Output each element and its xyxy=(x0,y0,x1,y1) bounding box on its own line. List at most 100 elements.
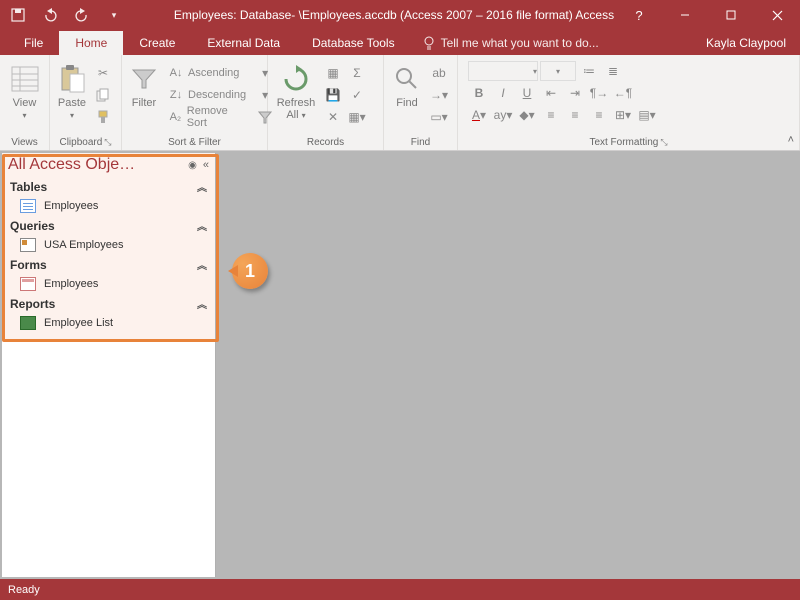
undo-icon[interactable] xyxy=(42,7,58,23)
bold-icon: B xyxy=(475,86,484,100)
italic-button[interactable]: I xyxy=(492,83,514,103)
decrease-indent-button[interactable]: ⇤ xyxy=(540,83,562,103)
group-label-sort-filter: Sort & Filter xyxy=(126,135,263,150)
goto-button[interactable]: →▾ xyxy=(428,85,450,105)
more-button[interactable]: ▦▾ xyxy=(346,107,368,127)
gridlines-button[interactable]: ⊞▾ xyxy=(612,105,634,125)
ribbon-tabs: File Home Create External Data Database … xyxy=(0,30,800,55)
view-button[interactable]: View▾ xyxy=(4,61,45,124)
nav-category-tables[interactable]: Tables︽ xyxy=(2,177,215,196)
dialog-launcher-icon[interactable]: ⤡ xyxy=(104,137,111,148)
align-right-button[interactable]: ≡ xyxy=(588,105,610,125)
group-label-clipboard: Clipboard xyxy=(59,137,102,148)
save-icon[interactable] xyxy=(10,7,26,23)
query-icon xyxy=(20,238,36,252)
nav-category-label: Queries xyxy=(10,219,55,233)
find-icon xyxy=(391,63,423,95)
save-record-button[interactable]: 💾 xyxy=(322,85,344,105)
cut-button[interactable]: ✂ xyxy=(92,63,114,83)
sigma-icon: Σ xyxy=(353,66,360,80)
select-button[interactable]: ▭▾ xyxy=(428,107,450,127)
nav-item-label: Employee List xyxy=(44,317,113,329)
sort-asc-icon: A↓ xyxy=(168,65,184,81)
font-color-button[interactable]: A▾ xyxy=(468,105,490,125)
nav-filter-dropdown-icon[interactable]: ◉ xyxy=(188,160,197,171)
font-color-icon: A▾ xyxy=(472,108,486,122)
font-size-combo[interactable]: ▾ xyxy=(540,61,576,81)
nav-pane-header[interactable]: All Access Obje… ◉ « xyxy=(2,153,215,177)
indent-icon: ⇥ xyxy=(570,86,580,100)
nav-category-reports[interactable]: Reports︽ xyxy=(2,294,215,313)
bullets-button[interactable]: ≔ xyxy=(578,61,600,81)
tab-database-tools[interactable]: Database Tools xyxy=(296,31,411,55)
sort-desc-icon: Z↓ xyxy=(168,87,184,103)
bold-button[interactable]: B xyxy=(468,83,490,103)
align-left-icon: ≡ xyxy=(547,108,554,122)
nav-item-employee-list-report[interactable]: Employee List xyxy=(2,313,215,333)
nav-category-label: Reports xyxy=(10,297,55,311)
refresh-all-button[interactable]: Refresh All ▾ xyxy=(272,61,320,124)
remove-sort-icon: A₂ xyxy=(168,109,183,125)
format-painter-button[interactable] xyxy=(92,107,114,127)
alt-row-color-button[interactable]: ▤▾ xyxy=(636,105,658,125)
delete-icon: ✕ xyxy=(328,110,338,124)
increase-indent-button[interactable]: ⇥ xyxy=(564,83,586,103)
help-button[interactable]: ? xyxy=(616,0,662,30)
redo-icon[interactable] xyxy=(74,7,90,23)
rtl-button[interactable]: ←¶ xyxy=(612,83,634,103)
align-left-button[interactable]: ≡ xyxy=(540,105,562,125)
close-button[interactable] xyxy=(754,0,800,30)
spelling-button[interactable]: ✓ xyxy=(346,85,368,105)
user-name[interactable]: Kayla Claypool xyxy=(692,31,800,55)
new-record-button[interactable]: ▦ xyxy=(322,63,344,83)
italic-icon: I xyxy=(501,86,504,100)
qat-dropdown-icon[interactable]: ▾ xyxy=(106,7,122,23)
align-center-icon: ≡ xyxy=(571,108,578,122)
nav-collapse-icon[interactable]: « xyxy=(203,159,209,171)
highlight-button[interactable]: ay▾ xyxy=(492,105,514,125)
find-button[interactable]: Find xyxy=(388,61,426,111)
table-icon xyxy=(20,199,36,213)
nav-item-usa-employees-query[interactable]: USA Employees xyxy=(2,235,215,255)
font-family-combo[interactable]: ▾ xyxy=(468,61,538,81)
tell-me-search[interactable]: Tell me what you want to do... xyxy=(411,31,611,55)
nav-category-queries[interactable]: Queries︽ xyxy=(2,216,215,235)
view-label: View xyxy=(13,97,37,109)
filter-button[interactable]: Filter xyxy=(126,61,162,111)
descending-button[interactable]: Z↓Descending xyxy=(164,85,250,105)
dialog-launcher-icon[interactable]: ⤡ xyxy=(660,137,667,148)
find-label: Find xyxy=(396,97,417,109)
group-find: Find ab →▾ ▭▾ Find xyxy=(384,55,458,150)
collapse-icon: ︽ xyxy=(197,257,207,272)
nav-item-employees-form[interactable]: Employees xyxy=(2,274,215,294)
tab-file[interactable]: File xyxy=(8,31,59,55)
numbering-button[interactable]: ≣ xyxy=(602,61,624,81)
tab-external-data[interactable]: External Data xyxy=(191,31,296,55)
chevron-down-icon: ▾ xyxy=(70,111,74,120)
nav-item-employees-table[interactable]: Employees xyxy=(2,196,215,216)
remove-sort-button[interactable]: A₂Remove Sort xyxy=(164,107,250,127)
maximize-button[interactable] xyxy=(708,0,754,30)
nav-category-forms[interactable]: Forms︽ xyxy=(2,255,215,274)
ltr-button[interactable]: ¶→ xyxy=(588,83,610,103)
form-icon xyxy=(20,277,36,291)
align-center-button[interactable]: ≡ xyxy=(564,105,586,125)
underline-button[interactable]: U xyxy=(516,83,538,103)
ascending-button[interactable]: A↓Ascending xyxy=(164,63,250,83)
bullets-icon: ≔ xyxy=(583,64,595,78)
replace-button[interactable]: ab xyxy=(428,63,450,83)
copy-button[interactable] xyxy=(92,85,114,105)
group-label-text-formatting: Text Formatting xyxy=(589,137,658,148)
tab-home[interactable]: Home xyxy=(59,31,123,55)
minimize-button[interactable] xyxy=(662,0,708,30)
rtl-icon: ←¶ xyxy=(614,86,632,100)
totals-button[interactable]: Σ xyxy=(346,63,368,83)
tab-create[interactable]: Create xyxy=(123,31,191,55)
fill-color-button[interactable]: ◆▾ xyxy=(516,105,538,125)
align-right-icon: ≡ xyxy=(595,108,602,122)
window-title: Employees: Database- \Employees.accdb (A… xyxy=(132,8,616,22)
delete-button[interactable]: ✕ xyxy=(322,107,344,127)
paste-button[interactable]: Paste▾ xyxy=(54,61,90,124)
collapse-ribbon-button[interactable]: ˄ xyxy=(788,134,794,146)
paste-icon xyxy=(56,63,88,95)
